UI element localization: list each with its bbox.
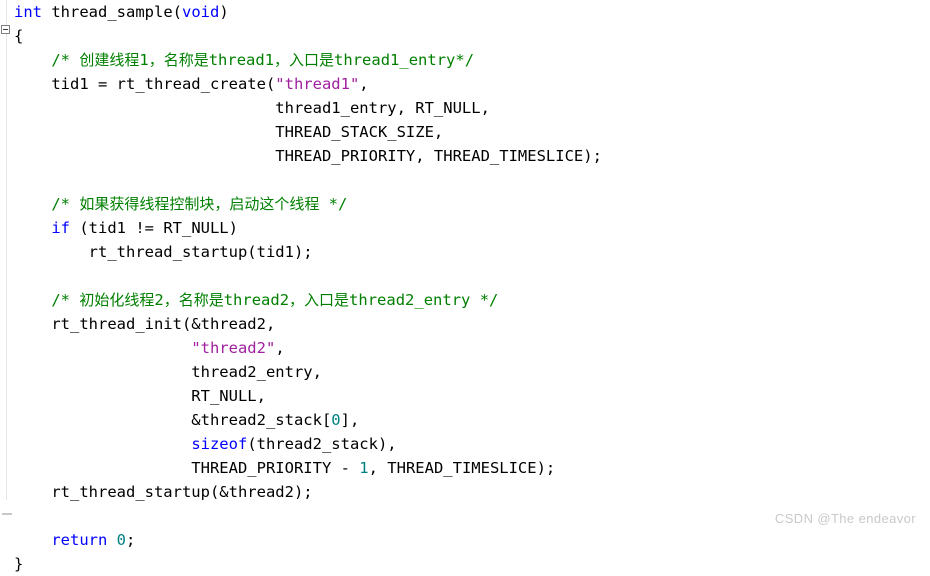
code-token-pln bbox=[14, 531, 51, 549]
code-editor-canvas: int thread_sample(void){ /* 创建线程1，名称是thr… bbox=[0, 0, 930, 573]
code-token-pln bbox=[14, 435, 191, 453]
code-token-kw: if bbox=[51, 219, 70, 237]
code-line: THREAD_PRIORITY, THREAD_TIMESLICE); bbox=[14, 144, 602, 168]
collapse-block-toggle-icon[interactable] bbox=[1, 25, 10, 34]
code-line: /* 创建线程1，名称是thread1，入口是thread1_entry*/ bbox=[14, 48, 602, 72]
code-token-num: 1 bbox=[359, 459, 369, 477]
code-fold-guide-line bbox=[6, 0, 7, 532]
code-line: sizeof(thread2_stack), bbox=[14, 432, 602, 456]
code-line: &thread2_stack[0], bbox=[14, 408, 602, 432]
code-token-cmt: 1 bbox=[139, 51, 149, 69]
code-token-pln: thread2_entry, bbox=[14, 363, 322, 381]
code-token-pln: ], bbox=[340, 411, 360, 429]
code-line: if (tid1 != RT_NULL) bbox=[14, 216, 602, 240]
code-line: rt_thread_init(&thread2, bbox=[14, 312, 602, 336]
code-token-kw: sizeof bbox=[191, 435, 248, 453]
code-token-pln bbox=[14, 339, 191, 357]
code-token-pln: , THREAD_TIMESLICE); bbox=[368, 459, 556, 477]
code-token-cmt: /* bbox=[14, 291, 80, 309]
code-token-pln: THREAD_PRIORITY, THREAD_TIMESLICE); bbox=[14, 147, 602, 165]
code-line: RT_NULL, bbox=[14, 384, 602, 408]
source-code-block[interactable]: int thread_sample(void){ /* 创建线程1，名称是thr… bbox=[14, 0, 602, 576]
code-token-cmt: ，入口是 bbox=[274, 51, 335, 69]
code-token-kw: return bbox=[51, 531, 108, 549]
code-token-cmt: ，名称是 bbox=[163, 291, 224, 309]
code-token-cmt: /* bbox=[14, 195, 80, 213]
code-line: /* 如果获得线程控制块，启动这个线程 */ bbox=[14, 192, 602, 216]
code-token-cmt: 初始化线程 bbox=[79, 291, 155, 309]
code-token-str: "thread2" bbox=[191, 339, 276, 357]
code-token-pln: &thread2_stack[ bbox=[14, 411, 332, 429]
code-token-pln: rt_thread_startup(&thread2); bbox=[14, 483, 313, 501]
code-line: /* 初始化线程2，名称是thread2，入口是thread2_entry */ bbox=[14, 288, 602, 312]
code-line: thread2_entry, bbox=[14, 360, 602, 384]
code-token-pln: (thread2_stack), bbox=[247, 435, 397, 453]
code-token-pln: { bbox=[14, 27, 24, 45]
code-token-cmt: thread2 bbox=[223, 291, 290, 309]
code-token-cmt: thread2_entry */ bbox=[349, 291, 499, 309]
code-token-pln: thread1_entry, RT_NULL, bbox=[14, 99, 490, 117]
code-token-pln: } bbox=[14, 555, 24, 573]
code-token-kw: void bbox=[181, 3, 220, 21]
code-line: "thread2", bbox=[14, 336, 602, 360]
code-token-cmt: ，名称是 bbox=[148, 51, 209, 69]
code-token-num: 0 bbox=[331, 411, 341, 429]
code-token-pln: tid1 = rt_thread_create( bbox=[14, 75, 276, 93]
code-line: int thread_sample(void) bbox=[14, 0, 602, 24]
code-line: } bbox=[14, 552, 602, 576]
code-line: THREAD_PRIORITY - 1, THREAD_TIMESLICE); bbox=[14, 456, 602, 480]
code-line: tid1 = rt_thread_create("thread1", bbox=[14, 72, 602, 96]
code-token-cmt: ，入口是 bbox=[289, 291, 350, 309]
code-token-pln: ) bbox=[219, 3, 229, 21]
code-token-cmt: */ bbox=[319, 195, 348, 213]
code-token-pln: thread_sample( bbox=[42, 3, 182, 21]
code-fold-guide-end-marker bbox=[2, 513, 12, 515]
code-token-str: "thread1" bbox=[275, 75, 360, 93]
code-line: thread1_entry, RT_NULL, bbox=[14, 96, 602, 120]
code-token-cmt: 如果获得线程控制块，启动这个线程 bbox=[79, 195, 320, 213]
code-token-cmt: thread1 bbox=[208, 51, 275, 69]
code-token-pln: RT_NULL, bbox=[14, 387, 266, 405]
code-token-cmt: 2 bbox=[154, 291, 164, 309]
code-token-pln: rt_thread_startup(tid1); bbox=[14, 243, 313, 261]
code-token-pln: ; bbox=[126, 531, 136, 549]
code-token-pln: , bbox=[275, 339, 285, 357]
code-line: THREAD_STACK_SIZE, bbox=[14, 120, 602, 144]
code-token-cmt: /* bbox=[14, 51, 80, 69]
code-token-pln: (tid1 != RT_NULL) bbox=[70, 219, 238, 237]
code-line: { bbox=[14, 24, 602, 48]
code-token-pln: THREAD_PRIORITY - bbox=[14, 459, 360, 477]
code-token-cmt: thread1_entry*/ bbox=[334, 51, 475, 69]
code-line: rt_thread_startup(&thread2); bbox=[14, 480, 602, 504]
code-token-pln: , bbox=[359, 75, 369, 93]
code-token-pln bbox=[14, 219, 51, 237]
code-token-num: 0 bbox=[116, 531, 127, 549]
code-token-pln bbox=[107, 531, 116, 549]
watermark-text: CSDN @The endeavor bbox=[774, 511, 916, 526]
code-token-pln: rt_thread_init(&thread2, bbox=[14, 315, 276, 333]
code-line: rt_thread_startup(tid1); bbox=[14, 240, 602, 264]
code-token-kw: int bbox=[14, 3, 42, 21]
code-token-cmt: 创建线程 bbox=[79, 51, 140, 69]
code-token-pln: THREAD_STACK_SIZE, bbox=[14, 123, 444, 141]
